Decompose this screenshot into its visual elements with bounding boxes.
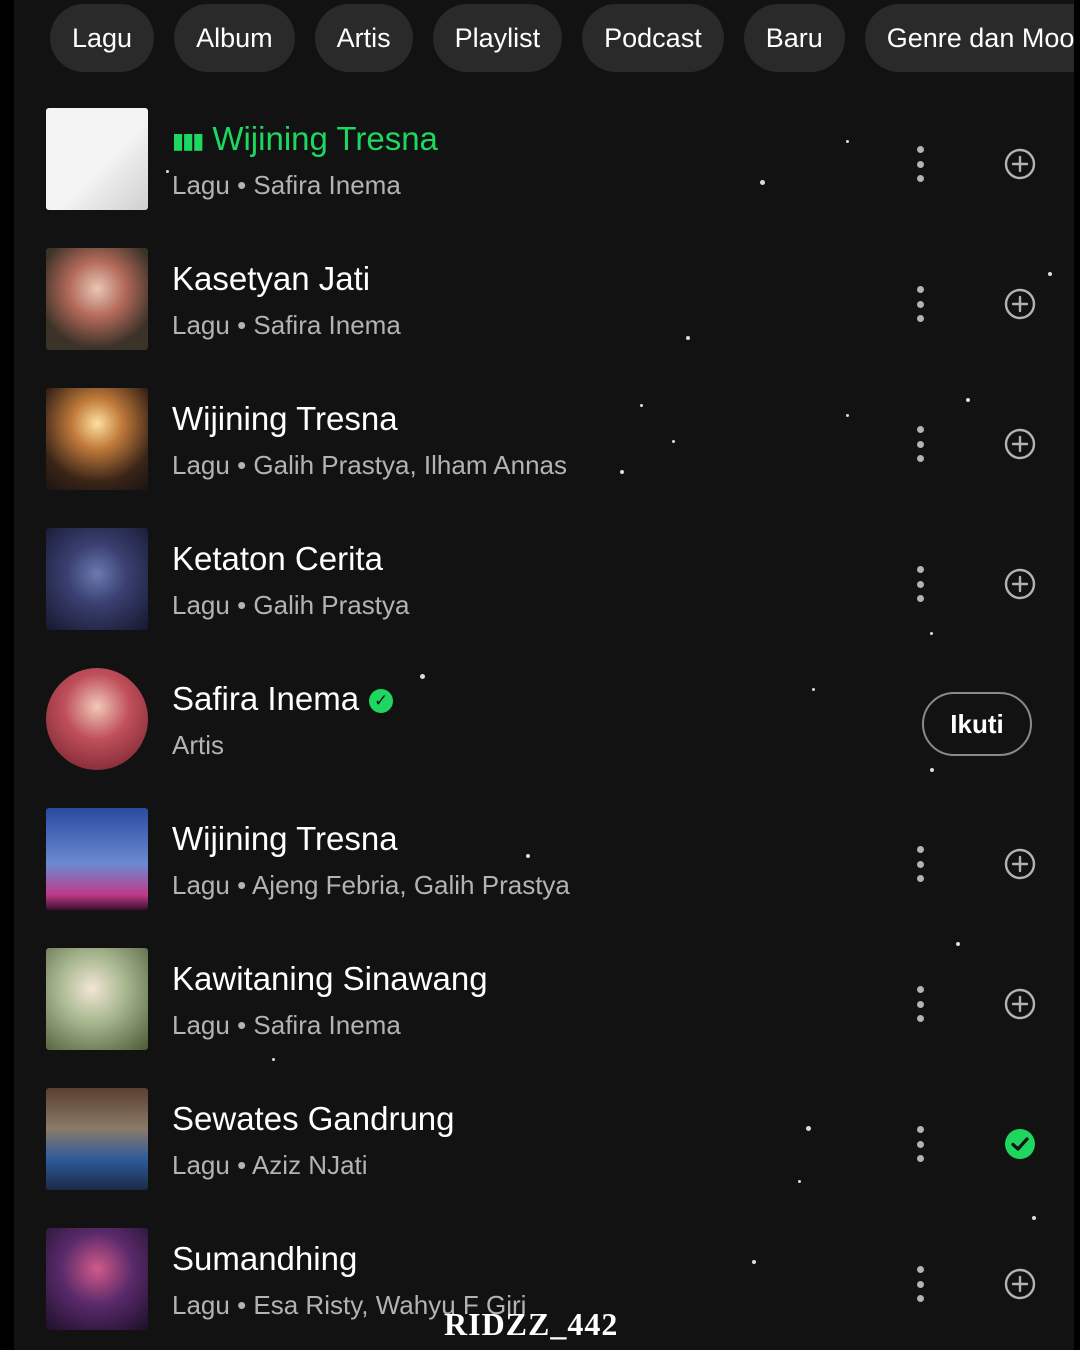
result-title-text: Kasetyan Jati — [172, 260, 371, 297]
result-title: Ketaton Cerita — [172, 540, 383, 578]
more-vertical-icon[interactable] — [900, 140, 940, 188]
chip-podcast[interactable]: Podcast — [582, 4, 724, 72]
chip-genre-mood[interactable]: Genre dan Mood — [864, 4, 1074, 72]
result-title-text: Sumandhing — [172, 1240, 358, 1277]
result-title-text: Wijining Tresna — [172, 400, 398, 437]
snow-speck — [420, 674, 425, 679]
equalizer-icon: ▮▮▮ — [172, 128, 204, 154]
cover-art — [46, 1088, 148, 1190]
check-circle-icon[interactable] — [1004, 1128, 1036, 1160]
result-title-text: Sewates Gandrung — [172, 1100, 455, 1137]
result-title-text: Ketaton Cerita — [172, 540, 383, 577]
more-vertical-icon[interactable] — [900, 280, 940, 328]
track-row[interactable]: Kasetyan Jati Lagu • Safira Inema — [14, 234, 1074, 374]
snow-speck — [798, 1180, 801, 1183]
result-subtitle: Lagu • Galih Prastya — [172, 590, 410, 620]
track-row[interactable]: Wijining Tresna Lagu • Ajeng Febria, Gali… — [14, 794, 1074, 934]
cover-art — [46, 808, 148, 910]
result-subtitle: Lagu • Safira Inema — [172, 1010, 401, 1040]
cover-art — [46, 248, 148, 350]
add-circle-icon[interactable] — [1004, 848, 1036, 880]
snow-speck — [1048, 272, 1052, 276]
add-circle-icon[interactable] — [1004, 148, 1036, 180]
results-list: ▮▮▮ Wijining Tresna Lagu • Safira Inema Kas… — [14, 94, 1074, 1350]
cover-art — [46, 388, 148, 490]
cover-art — [46, 1228, 148, 1330]
more-vertical-icon[interactable] — [900, 560, 940, 608]
snow-speck — [166, 170, 169, 173]
result-title-text: Wijining Tresna — [212, 120, 438, 157]
snow-speck — [930, 632, 933, 635]
result-title: Safira Inema ✓ — [172, 680, 394, 718]
artist-row[interactable]: Safira Inema ✓ Artis Ikuti — [14, 654, 1074, 794]
more-vertical-icon[interactable] — [900, 1120, 940, 1168]
result-title-text: Safira Inema — [172, 680, 360, 717]
snow-speck — [966, 398, 970, 402]
snow-speck — [846, 414, 849, 417]
artist-avatar — [46, 668, 148, 770]
track-row[interactable]: Ketaton Cerita Lagu • Galih Prastya — [14, 514, 1074, 654]
result-title: Wijining Tresna — [172, 400, 398, 438]
result-title: Sumandhing — [172, 1240, 357, 1278]
result-title-text: Kawitaning Sinawang — [172, 960, 488, 997]
snow-speck — [752, 1260, 756, 1264]
snow-speck — [672, 440, 675, 443]
snow-speck — [272, 1058, 275, 1061]
add-circle-icon[interactable] — [1004, 428, 1036, 460]
result-subtitle: Lagu • Safira Inema — [172, 170, 401, 200]
cover-art — [46, 948, 148, 1050]
chip-baru[interactable]: Baru — [743, 4, 845, 72]
chip-artis[interactable]: Artis — [314, 4, 413, 72]
snow-speck — [956, 942, 960, 946]
chip-playlist[interactable]: Playlist — [432, 4, 563, 72]
cover-art — [46, 108, 148, 210]
result-title-text: Wijining Tresna — [172, 820, 398, 857]
snow-speck — [812, 688, 815, 691]
search-results-screen: Lagu Album Artis Playlist Podcast Baru G… — [14, 0, 1074, 1350]
result-title: Kasetyan Jati — [172, 260, 370, 298]
snow-speck — [930, 768, 934, 772]
more-vertical-icon[interactable] — [900, 1260, 940, 1308]
add-circle-icon[interactable] — [1004, 568, 1036, 600]
track-row[interactable]: Kawitaning Sinawang Lagu • Safira Inema — [14, 934, 1074, 1074]
snow-speck — [620, 470, 624, 474]
track-row[interactable]: Sewates Gandrung Lagu • Aziz NJati — [14, 1074, 1074, 1214]
result-subtitle: Artis — [172, 730, 224, 760]
result-subtitle: Lagu • Galih Prastya, Ilham Annas — [172, 450, 567, 480]
more-vertical-icon[interactable] — [900, 840, 940, 888]
add-circle-icon[interactable] — [1004, 988, 1036, 1020]
more-vertical-icon[interactable] — [900, 980, 940, 1028]
snow-speck — [526, 854, 530, 858]
snow-speck — [760, 180, 765, 185]
chip-album[interactable]: Album — [174, 4, 295, 72]
result-title: Kawitaning Sinawang — [172, 960, 488, 998]
more-vertical-icon[interactable] — [900, 420, 940, 468]
result-title: ▮▮▮ Wijining Tresna — [172, 120, 438, 158]
watermark: RIDZZ_442 — [444, 1306, 619, 1342]
result-subtitle: Lagu • Aziz NJati — [172, 1150, 368, 1180]
snow-speck — [686, 336, 690, 340]
filter-chip-bar: Lagu Album Artis Playlist Podcast Baru G… — [50, 4, 1074, 72]
snow-speck — [640, 404, 643, 407]
chip-lagu[interactable]: Lagu — [50, 4, 155, 72]
snow-speck — [846, 140, 849, 143]
track-row[interactable]: Wijining Tresna Lagu • Galih Prastya, Ilh… — [14, 374, 1074, 514]
verified-badge-icon: ✓ — [369, 689, 394, 714]
add-circle-icon[interactable] — [1004, 288, 1036, 320]
follow-button[interactable]: Ikuti — [922, 692, 1032, 756]
add-circle-icon[interactable] — [1004, 1268, 1036, 1300]
track-row[interactable]: ▮▮▮ Wijining Tresna Lagu • Safira Inema — [14, 94, 1074, 234]
snow-speck — [1032, 1216, 1036, 1220]
result-title: Sewates Gandrung — [172, 1100, 455, 1138]
result-subtitle: Lagu • Safira Inema — [172, 310, 401, 340]
cover-art — [46, 528, 148, 630]
snow-speck — [806, 1126, 811, 1131]
result-title: Wijining Tresna — [172, 820, 398, 858]
result-subtitle: Lagu • Ajeng Febria, Galih Prastya — [172, 870, 570, 900]
